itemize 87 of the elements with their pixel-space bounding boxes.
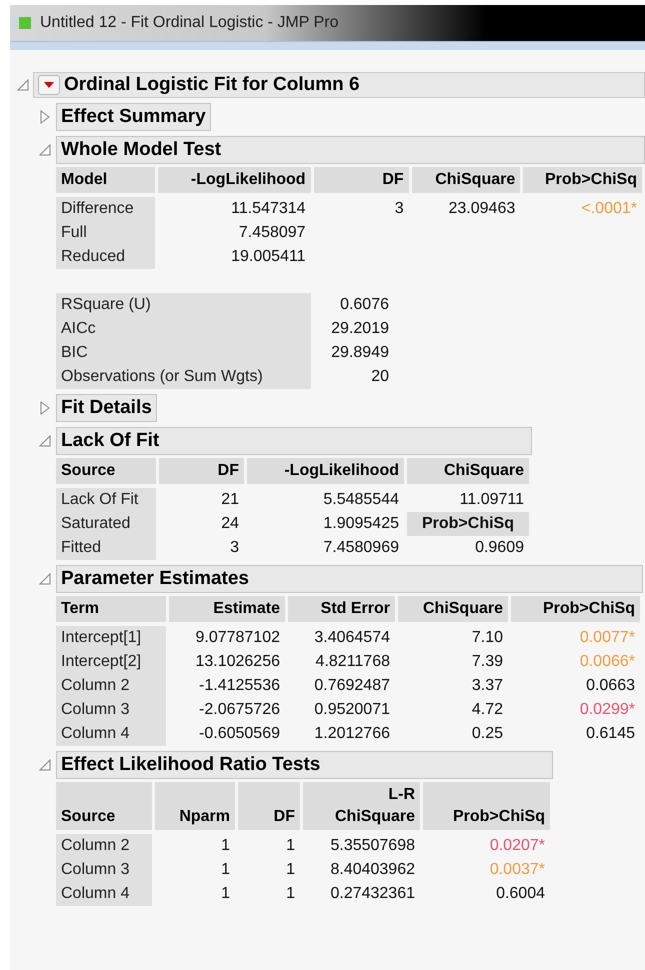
table-cell-text: 3 [394, 199, 405, 219]
row-label: Saturated [56, 512, 156, 536]
table-cell-text: 23.09463 [448, 199, 516, 219]
table-cell-text: 3.4064574 [313, 628, 391, 648]
table-cell-text: 7.4580969 [322, 538, 400, 558]
table-cell-text: 0.25 [470, 724, 504, 744]
table-cell-text: 0.9520071 [313, 700, 391, 720]
disclosure-icon[interactable] [38, 110, 52, 124]
row-label: Column 2 [56, 834, 152, 858]
table-cell-text: 24 [220, 514, 240, 534]
report-title: Ordinal Logistic Fit for Column 6 [64, 74, 360, 96]
table-cell-text: -2.0675726 [198, 700, 281, 720]
row-label: Intercept[2] [56, 650, 166, 674]
table-cell-text: 29.2019 [330, 319, 390, 339]
window-title: Untitled 12 - Fit Ordinal Logistic - JMP Pro [40, 14, 338, 32]
table-cell-text: 0.0037* [488, 860, 546, 880]
row-label: RSquare (U) [56, 293, 311, 317]
table-cell-text: 8.40403962 [329, 860, 416, 880]
row-label: Full [56, 221, 155, 245]
row-label: AICc [56, 317, 311, 341]
row-label: Column 4 [56, 722, 166, 746]
row-label: Column 3 [56, 698, 166, 722]
table-cell-text: 0.0299* [578, 700, 636, 720]
disclosure-icon[interactable] [38, 572, 52, 586]
row-label: Difference [56, 197, 155, 221]
section-header[interactable]: Parameter Estimates [56, 565, 643, 593]
table-cell-text: 1 [285, 884, 296, 904]
section-header[interactable]: Fit Details [56, 394, 157, 422]
caret-icon [43, 81, 55, 89]
table-cell-text: 1 [285, 836, 296, 856]
table-cell-text: 11.547314 [230, 199, 307, 219]
section-header[interactable]: Lack Of Fit [56, 427, 532, 455]
table-cell-text: 1 [285, 860, 296, 880]
table-cell-text: 9.07787102 [194, 628, 281, 648]
table-cell-text: 5.35507698 [329, 836, 416, 856]
table-cell-text: 0.6145 [585, 724, 636, 744]
table-cell-text: 0.27432361 [329, 884, 416, 904]
table-cell-text: 7.10 [470, 628, 504, 648]
table-cell-text: 0.7692487 [313, 676, 391, 696]
section-header[interactable]: Effect Likelihood Ratio Tests [56, 751, 553, 779]
table-cell-text: 5.5485544 [322, 490, 400, 510]
table-cell-text: 0.6076 [339, 295, 390, 315]
row-label: Column 2 [56, 674, 166, 698]
table-cell-text: 11.09711 [458, 490, 525, 510]
row-label: BIC [56, 341, 311, 365]
menu-button[interactable] [38, 75, 60, 95]
table-cell-text: 1 [220, 884, 231, 904]
row-label: Fitted [56, 536, 156, 560]
table-cell-text: <.0001* [580, 199, 638, 219]
table-cell-text: 0.9609 [474, 538, 525, 558]
disclosure-icon[interactable] [38, 401, 52, 415]
row-label: Column 3 [56, 858, 152, 882]
table-cell-text: 20 [370, 367, 390, 387]
table-cell-text: 0.0207* [488, 836, 546, 856]
disclosure-icon[interactable] [16, 78, 30, 92]
disclosure-icon[interactable] [38, 758, 52, 772]
row-label: Intercept[1] [56, 626, 166, 650]
table-cell-text: 4.8211768 [314, 652, 391, 672]
column-header: Prob>ChiSq [407, 512, 529, 536]
table-cell-text: 29.8949 [330, 343, 390, 363]
disclosure-icon[interactable] [38, 143, 52, 157]
table-cell-text: 4.72 [470, 700, 504, 720]
section-header[interactable]: Effect Summary [56, 103, 211, 131]
table-cell-text: 21 [220, 490, 240, 510]
table-cell-text: 7.39 [470, 652, 504, 672]
table-cell-text: 0.0663 [585, 676, 636, 696]
table-cell-text: 0.0077* [578, 628, 636, 648]
table-cell-text: -0.6050569 [198, 724, 281, 744]
row-label: Lack Of Fit [56, 488, 156, 512]
table-cell-text: 1 [220, 836, 231, 856]
row-label: Observations (or Sum Wgts) [56, 365, 311, 389]
table-cell-text: 0.0066* [578, 652, 636, 672]
table-cell-text: 3 [229, 538, 240, 558]
table-cell-text: 3.37 [470, 676, 504, 696]
table-cell-text: 7.458097 [238, 223, 307, 243]
disclosure-icon[interactable] [38, 434, 52, 448]
app-icon [12, 15, 34, 31]
table-cell-text: 13.1026256 [194, 652, 281, 672]
row-label: Column 4 [56, 882, 152, 906]
table-cell-text: -1.4125536 [198, 676, 281, 696]
section-header[interactable]: Whole Model Test [56, 136, 645, 164]
table-cell-text: 19.005411 [230, 247, 307, 267]
table-cell-text: 1.9095425 [322, 514, 400, 534]
table-cell-text: 1.2012766 [313, 724, 391, 744]
table-cell-text: 1 [220, 860, 231, 880]
row-label: Reduced [56, 245, 155, 269]
table-cell-text: 0.6004 [495, 884, 546, 904]
